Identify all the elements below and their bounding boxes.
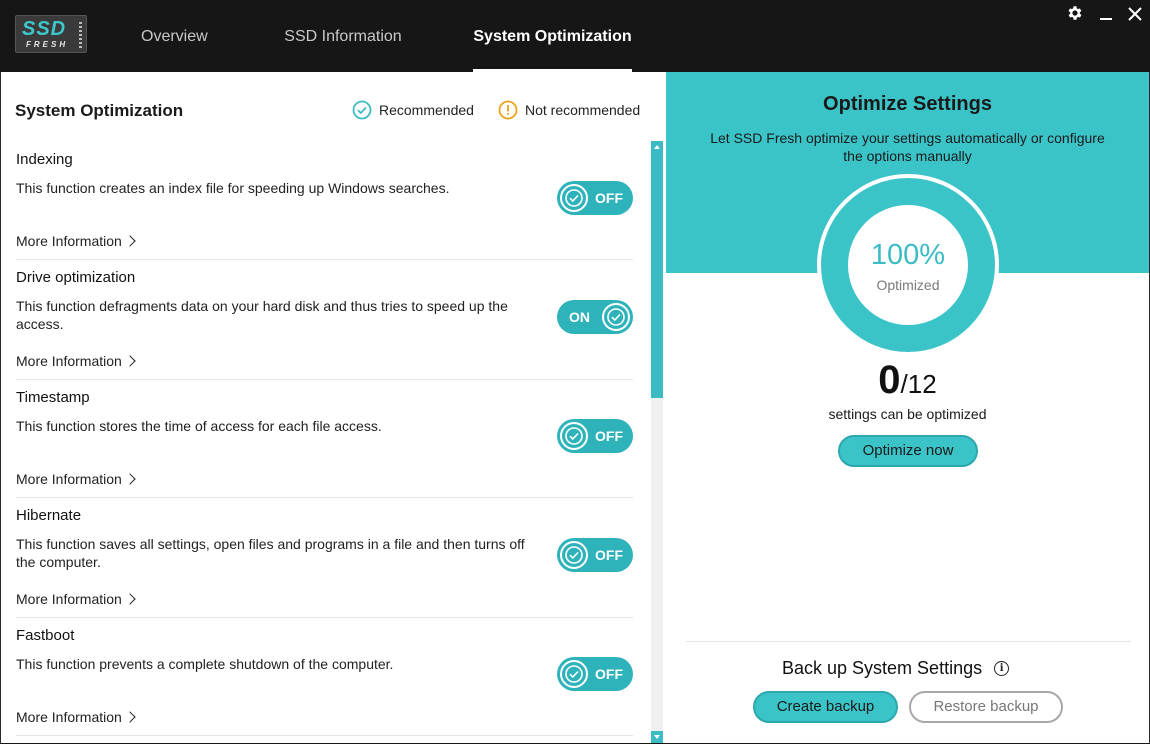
optimize-settings-subtitle: Let SSD Fresh optimize your settings aut… xyxy=(710,130,1105,164)
app-logo: SSD FRESH xyxy=(15,15,87,53)
more-information-label: More Information xyxy=(16,591,122,607)
progress-ring-fill: 100% Optimized xyxy=(821,178,995,352)
more-information-label: More Information xyxy=(16,471,122,487)
more-information-link[interactable]: More Information xyxy=(16,591,136,607)
option-name: Timestamp xyxy=(16,389,90,406)
optimize-settings-panel: Optimize Settings Let SSD Fresh optimize… xyxy=(666,72,1149,743)
hibernate-toggle[interactable]: OFF xyxy=(557,538,633,572)
timestamp-toggle[interactable]: OFF xyxy=(557,419,633,453)
divider xyxy=(686,641,1131,642)
logo-fresh-text: FRESH xyxy=(26,40,69,49)
scroll-up-button[interactable] xyxy=(651,141,663,153)
info-icon[interactable]: i xyxy=(994,661,1010,676)
toggle-state: OFF xyxy=(595,190,623,206)
optimized-label: Optimized xyxy=(876,277,940,293)
settings-count: 0/12 xyxy=(666,358,1149,403)
check-icon xyxy=(560,422,588,450)
option-name: Indexing xyxy=(16,151,73,168)
option-description: This function stores the time of access … xyxy=(16,418,382,434)
more-information-label: More Information xyxy=(16,353,122,369)
drive-optimization-toggle[interactable]: ON xyxy=(557,300,633,334)
scroll-down-button[interactable] xyxy=(651,731,663,743)
list-item-indexing: Indexing This function creates an index … xyxy=(16,142,633,260)
progress-ring-center: 100% Optimized xyxy=(848,205,968,325)
check-icon xyxy=(560,541,588,569)
check-icon xyxy=(602,303,630,331)
panel-title: System Optimization xyxy=(15,101,184,120)
fastboot-toggle[interactable]: OFF xyxy=(557,657,633,691)
more-information-link[interactable]: More Information xyxy=(16,471,136,487)
optimized-percent: 100% xyxy=(870,239,946,271)
check-icon xyxy=(560,184,588,212)
option-description: This function saves all settings, open f… xyxy=(16,536,525,570)
check-icon xyxy=(560,660,588,688)
list-item-fastboot: Fastboot This function prevents a comple… xyxy=(16,618,633,736)
create-backup-button[interactable]: Create backup xyxy=(753,691,898,723)
legend-not-recommended: Not recommended xyxy=(498,100,640,120)
optimize-now-button[interactable]: Optimize now xyxy=(838,435,978,467)
more-information-label: More Information xyxy=(16,233,122,249)
chevron-right-icon xyxy=(124,235,136,247)
restore-backup-button[interactable]: Restore backup xyxy=(909,691,1063,723)
more-information-link[interactable]: More Information xyxy=(16,709,136,725)
legend-not-recommended-label: Not recommended xyxy=(525,102,641,118)
settings-count-label: settings can be optimized xyxy=(828,406,987,422)
legend-recommended: Recommended xyxy=(352,100,474,120)
option-name: Drive optimization xyxy=(16,269,136,286)
backup-title-text: Back up System Settings xyxy=(782,658,983,678)
toggle-state: OFF xyxy=(595,666,623,682)
check-circle-icon xyxy=(352,100,372,120)
title-bar: SSD FRESH Overview SSD Information Syste… xyxy=(0,0,1150,72)
option-description: This function creates an index file for … xyxy=(16,180,450,196)
list-scrollbar[interactable] xyxy=(651,141,663,743)
more-information-link[interactable]: More Information xyxy=(16,353,136,369)
list-item-hibernate: Hibernate This function saves all settin… xyxy=(16,498,633,618)
arrow-down-icon xyxy=(654,735,660,739)
scroll-thumb[interactable] xyxy=(651,153,663,398)
logo-ssd-text: SSD xyxy=(22,18,67,40)
minimize-icon[interactable] xyxy=(1094,4,1118,28)
chevron-right-icon xyxy=(124,711,136,723)
optimization-progress-ring: 100% Optimized xyxy=(817,174,999,356)
tab-ssd-information[interactable]: SSD Information xyxy=(284,0,402,72)
settings-count-current: 0 xyxy=(878,358,901,402)
chevron-right-icon xyxy=(124,473,136,485)
option-name: Hibernate xyxy=(16,507,82,524)
option-description: This function prevents a complete shutdo… xyxy=(16,656,394,672)
list-item-drive-optimization: Drive optimization This function defragm… xyxy=(16,260,633,380)
settings-count-total: /12 xyxy=(900,369,937,399)
arrow-up-icon xyxy=(654,145,660,149)
tab-system-optimization[interactable]: System Optimization xyxy=(473,0,632,72)
toggle-state: ON xyxy=(569,309,590,325)
warning-circle-icon xyxy=(498,100,518,120)
more-information-label: More Information xyxy=(16,709,122,725)
toggle-state: OFF xyxy=(595,428,623,444)
list-item-timestamp: Timestamp This function stores the time … xyxy=(16,380,633,498)
indexing-toggle[interactable]: OFF xyxy=(557,181,633,215)
chevron-right-icon xyxy=(124,355,136,367)
backup-section-title: Back up System Settings i xyxy=(782,658,1010,679)
gear-icon[interactable] xyxy=(1063,4,1087,28)
optimize-settings-title: Optimize Settings xyxy=(823,93,992,115)
legend-recommended-label: Recommended xyxy=(379,102,474,118)
close-icon[interactable] xyxy=(1123,4,1147,28)
toggle-state: OFF xyxy=(595,547,623,563)
option-name: Fastboot xyxy=(16,627,75,644)
more-information-link[interactable]: More Information xyxy=(16,233,136,249)
logo-bars-icon xyxy=(79,22,82,48)
optimization-list-panel: System Optimization Recommended Not reco… xyxy=(1,72,666,743)
option-description: This function defragments data on your h… xyxy=(16,298,508,332)
chevron-right-icon xyxy=(124,593,136,605)
tab-overview[interactable]: Overview xyxy=(141,0,208,72)
